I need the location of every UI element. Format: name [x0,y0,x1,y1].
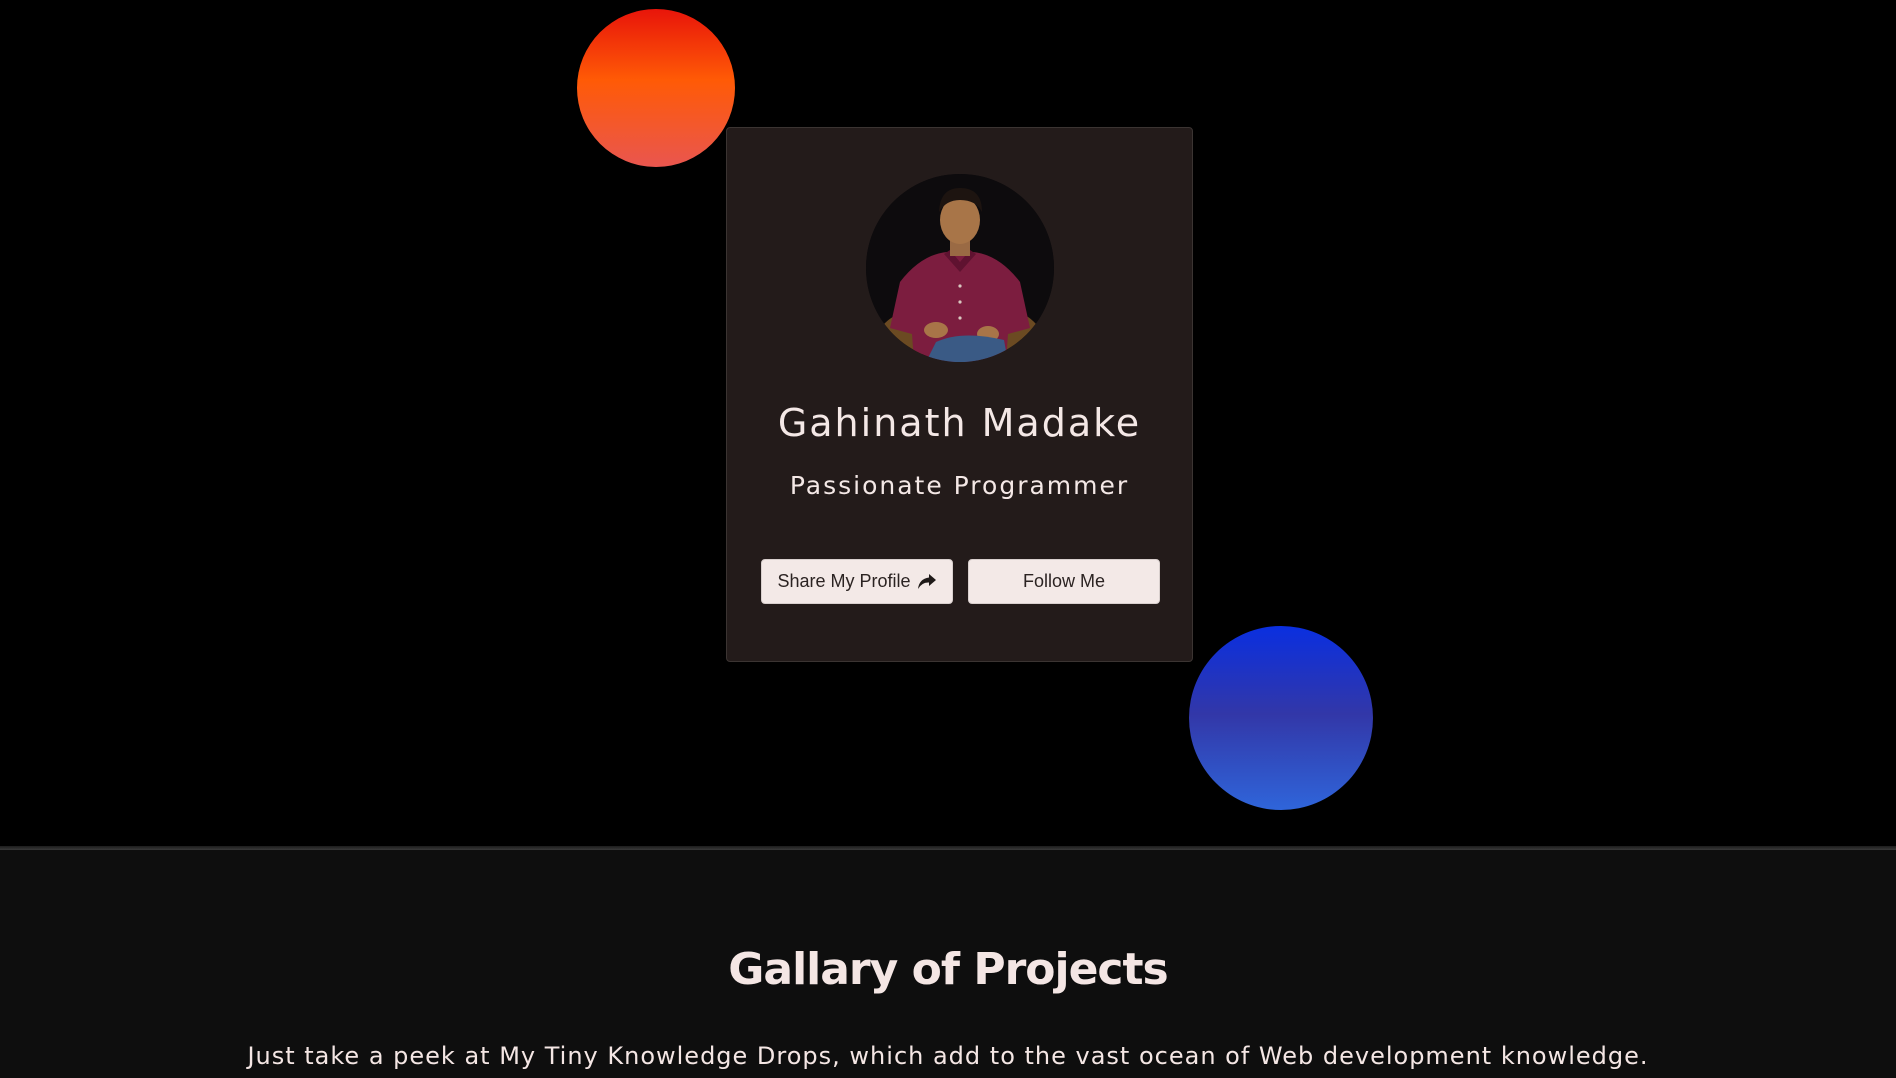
hero-section: Gahinath Madake Passionate Programmer Sh… [0,0,1896,848]
page: Gahinath Madake Passionate Programmer Sh… [0,0,1896,1078]
follow-me-label: Follow Me [1022,571,1106,591]
profile-card: Gahinath Madake Passionate Programmer Sh… [726,127,1193,662]
gallery-section: Gallary of Projects Just take a peek at … [0,850,1896,1078]
profile-name: Gahinath Madake [777,401,1142,445]
blue-decorative-orb [1189,626,1373,810]
share-profile-label: Share My Profile [777,571,911,591]
orange-decorative-orb [577,9,735,167]
share-profile-button[interactable]: Share My Profile [761,559,953,604]
profile-role: Passionate Programmer [789,471,1130,500]
share-arrow-icon [917,573,936,589]
gallery-title: Gallary of Projects [728,944,1168,995]
gallery-subtitle: Just take a peek at My Tiny Knowledge Dr… [247,1042,1649,1070]
avatar-photo [866,174,1054,362]
avatar [866,174,1054,362]
follow-me-button[interactable]: Follow Me [968,559,1160,604]
